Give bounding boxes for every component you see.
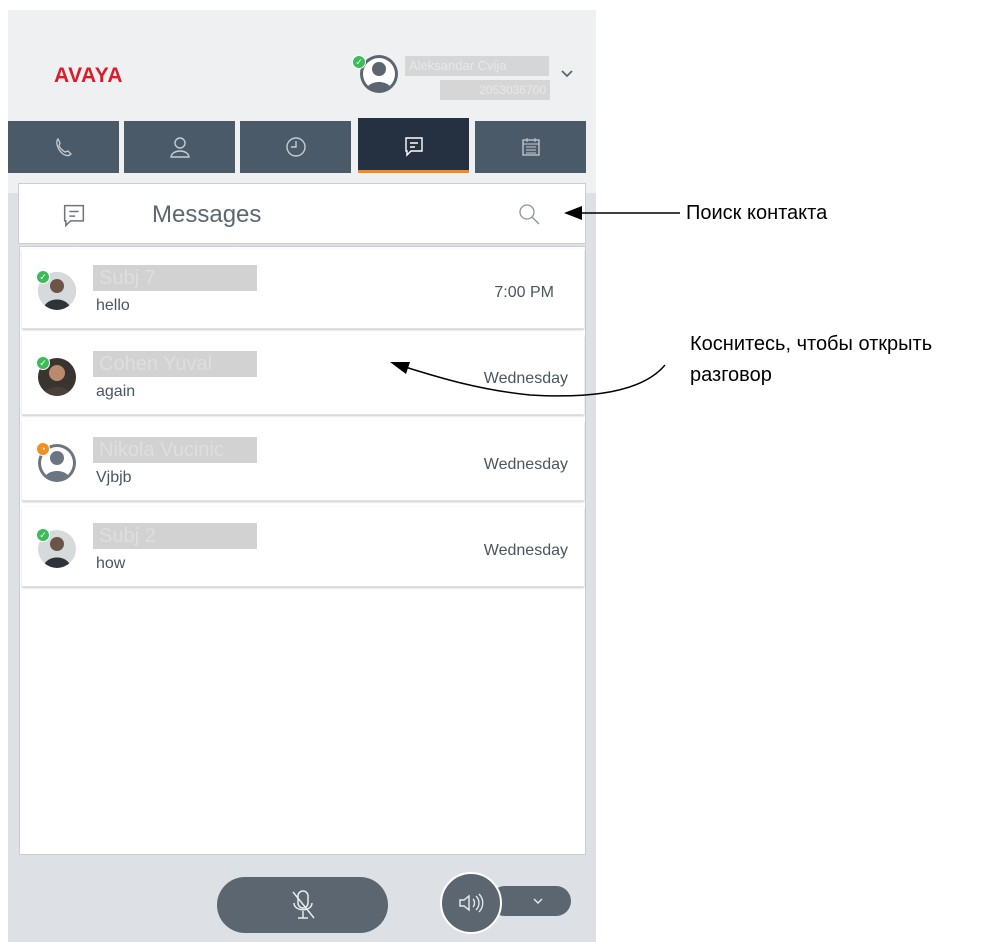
tab-contacts[interactable]	[124, 121, 235, 173]
message-preview: how	[96, 555, 126, 572]
chevron-down-icon	[533, 898, 543, 904]
presence-away-icon: ◔	[36, 442, 50, 456]
message-preview: Vjbjb	[96, 469, 132, 486]
messages-icon	[63, 204, 85, 228]
tab-messages[interactable]	[358, 118, 469, 173]
tab-history[interactable]	[240, 121, 351, 173]
speaker-button[interactable]	[440, 872, 502, 934]
phone-icon	[55, 137, 72, 157]
contact-name: Subj 2	[93, 523, 257, 549]
conversation-list: ✓ Subj 7 hello 7:00 PM ✓ Cohen Yuval aga…	[19, 246, 586, 855]
search-icon[interactable]	[516, 201, 542, 227]
audio-device-dropdown[interactable]	[490, 886, 571, 916]
chevron-down-icon[interactable]	[559, 66, 575, 82]
message-time: Wednesday	[483, 542, 568, 559]
conversation-row[interactable]: ✓ Subj 2 how Wednesday	[22, 507, 584, 587]
contact-name: Nikola Vucinic	[93, 437, 257, 463]
contacts-icon	[169, 137, 190, 158]
user-status-available-icon: ✓	[352, 55, 366, 69]
search-callout-arrow	[564, 206, 680, 220]
history-icon	[285, 137, 306, 157]
user-extension: 2053036700	[440, 80, 550, 100]
calendar-icon	[521, 138, 540, 156]
user-name: Aleksandar Cvija	[405, 56, 549, 76]
presence-available-icon: ✓	[36, 356, 50, 370]
open-conversation-callout-arrow	[390, 362, 666, 397]
mute-button[interactable]	[217, 877, 388, 933]
open-conversation-annotation-line1: Коснитесь, чтобы открыть	[690, 333, 933, 355]
avaya-logo: AVAYA	[54, 64, 124, 87]
message-preview: again	[96, 383, 136, 400]
messages-header: Messages	[18, 183, 586, 244]
presence-available-icon: ✓	[36, 528, 50, 542]
message-preview: hello	[96, 297, 130, 314]
conversation-row[interactable]: ✓ Subj 7 hello 7:00 PM	[22, 249, 584, 329]
app-window: AVAYA ✓ Aleksandar Cvija 2053036700 Mess…	[8, 10, 596, 942]
presence-available-icon: ✓	[36, 270, 50, 284]
tab-calls[interactable]	[8, 121, 119, 173]
message-time: 7:00 PM	[494, 284, 554, 301]
speaker-icon	[459, 893, 484, 913]
page-title: Messages	[152, 201, 262, 228]
messages-icon	[404, 136, 423, 157]
main-tabs	[8, 118, 586, 173]
open-conversation-annotation-line2: разговор	[690, 364, 772, 386]
message-time: Wednesday	[483, 456, 568, 473]
contact-name: Subj 7	[93, 265, 257, 291]
conversation-row[interactable]: ◔ Nikola Vucinic Vjbjb Wednesday	[22, 421, 584, 501]
mic-off-icon	[291, 890, 315, 919]
search-annotation: Поиск контакта	[686, 202, 828, 224]
tab-calendar[interactable]	[475, 121, 586, 173]
contact-name: Cohen Yuval	[93, 351, 257, 377]
